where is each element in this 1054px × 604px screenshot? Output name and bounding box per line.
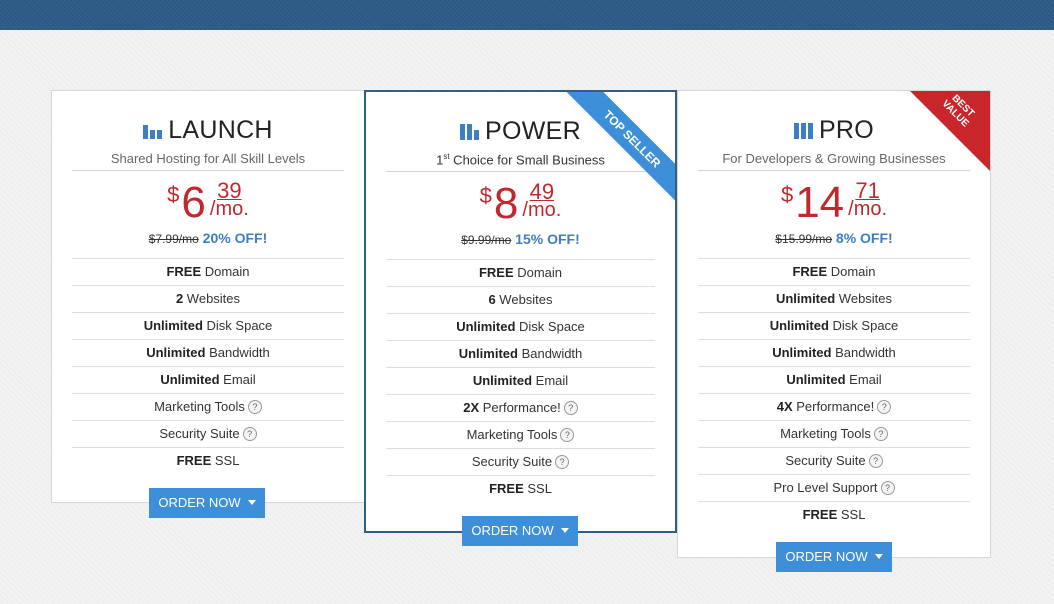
help-icon[interactable]: ? [873,427,888,441]
feature-item: 2 Websites [72,286,344,313]
plan-price: $ 8 49 /mo. [366,179,675,229]
discount-percent: 8% OFF! [835,230,893,246]
feature-item: Unlimited Bandwidth [698,340,970,367]
help-icon[interactable]: ? [247,400,262,414]
bar-chart-icon [460,122,480,140]
feature-item: Marketing Tools? [386,422,655,450]
price-dollars: 14 [795,178,845,227]
help-icon[interactable]: ? [242,427,257,441]
price-dollars: 8 [493,179,519,229]
plan-price: $ 6 39 /mo. [52,178,364,227]
order-button-label: ORDER NOW [158,495,241,510]
feature-item: FREE Domain [72,259,344,286]
order-button-label: ORDER NOW [785,549,868,564]
plan-price: $ 14 71 /mo. [678,178,990,227]
old-price: $7.99/mo [148,232,199,246]
feature-item: Marketing Tools? [698,421,970,448]
feature-item: FREE SSL [802,507,866,522]
plan-name: POWER [485,116,581,145]
plan-discount: $15.99/mo 8% OFF! [678,230,990,246]
help-icon[interactable]: ? [868,454,883,468]
order-now-button-launch[interactable]: ORDER NOW [149,488,265,518]
plan-card-pro: PRO For Developers & Growing Businesses … [677,90,991,558]
feature-item: FREE Domain [386,260,655,288]
price-period: /mo. [209,198,249,220]
help-icon[interactable]: ? [555,455,570,470]
price-currency: $ [167,182,180,207]
price-dollars: 6 [181,178,206,227]
price-period: /mo. [522,199,562,222]
plan-card-launch: LAUNCH Shared Hosting for All Skill Leve… [51,90,365,503]
feature-item: FREE Domain [698,259,970,286]
feature-list: FREE Domain 6 Websites Unlimited Disk Spac… [386,259,655,502]
caret-down-icon [560,528,569,533]
help-icon[interactable]: ? [880,481,895,495]
feature-item: 4X Performance!? [698,394,970,421]
feature-item: Unlimited Disk Space [698,313,970,340]
feature-item: Marketing Tools? [72,394,344,421]
plan-subtitle: 1st Choice for Small Business [386,152,655,173]
feature-item: Security Suite? [386,449,655,477]
price-period: /mo. [848,198,888,220]
plan-discount: $7.99/mo 20% OFF! [52,230,364,246]
help-icon[interactable]: ? [563,401,578,416]
caret-down-icon [247,500,256,505]
feature-item: Unlimited Email [72,367,344,394]
plan-name: LAUNCH [168,115,273,144]
price-currency: $ [780,182,794,207]
feature-item: Unlimited Websites [698,286,970,313]
feature-item: Unlimited Disk Space [72,313,344,340]
feature-item: Unlimited Email [386,368,655,396]
bar-chart-icon [793,121,813,139]
feature-item: Unlimited Disk Space [386,314,655,342]
help-icon[interactable]: ? [560,428,575,443]
top-header-bar [0,0,1054,30]
discount-percent: 20% OFF! [202,230,268,246]
old-price: $15.99/mo [775,232,833,246]
feature-item: 2X Performance!? [386,395,655,423]
plan-subtitle: Shared Hosting for All Skill Levels [72,151,344,171]
feature-item: Security Suite? [698,448,970,475]
bar-chart-icon [143,121,163,139]
old-price: $9.99/mo [461,233,512,248]
discount-percent: 15% OFF! [515,231,580,248]
plan-name: PRO [818,115,875,144]
order-button-label: ORDER NOW [471,523,554,538]
plan-discount: $9.99/mo 15% OFF! [366,231,675,247]
feature-list: FREE Domain 2 Websites Unlimited Disk Spac… [72,258,344,474]
price-currency: $ [479,183,492,209]
plan-header: LAUNCH [52,115,364,145]
feature-item: Pro Level Support? [698,475,970,502]
feature-item: FREE SSL [176,453,240,468]
feature-item: FREE SSL [489,481,552,497]
feature-list: FREE Domain Unlimited Websites Unlimited D… [698,258,970,528]
feature-item: Unlimited Email [698,367,970,394]
feature-item: 6 Websites [386,287,655,315]
feature-item: Unlimited Bandwidth [72,340,344,367]
order-now-button-power[interactable]: ORDER NOW [462,516,578,546]
feature-item: Security Suite? [72,421,344,448]
caret-down-icon [874,554,883,559]
plan-card-power: POWER 1st Choice for Small Business $ 8 … [364,90,677,533]
feature-item: Unlimited Bandwidth [386,341,655,369]
order-now-button-pro[interactable]: ORDER NOW [776,542,892,572]
help-icon[interactable]: ? [877,400,892,414]
